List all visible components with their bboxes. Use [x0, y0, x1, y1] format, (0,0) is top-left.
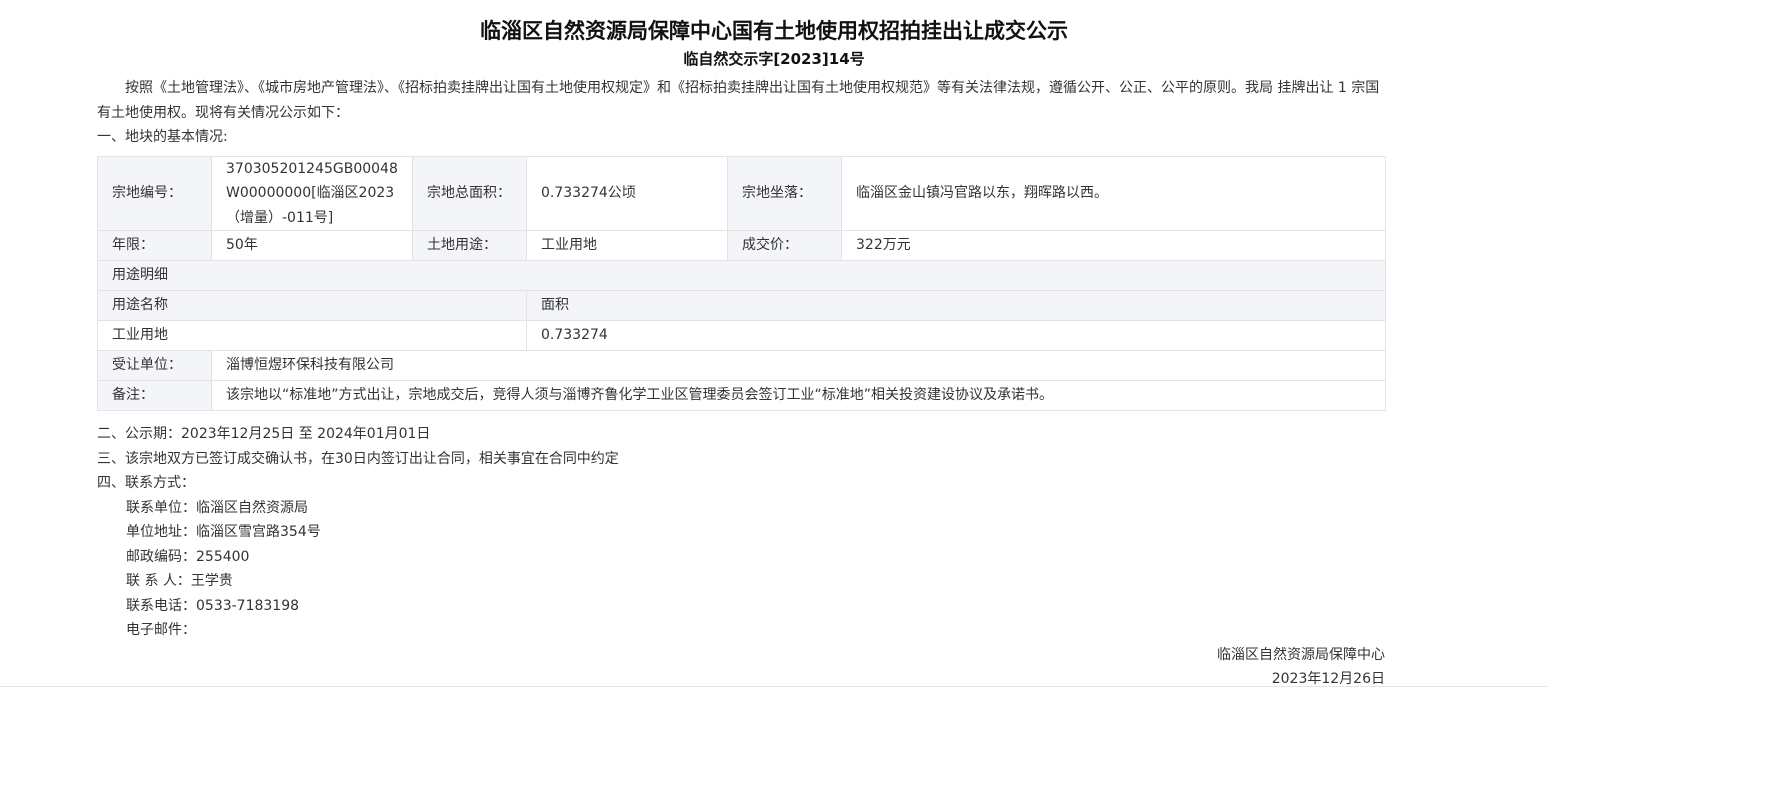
contact-unit: 联系单位：临淄区自然资源局 [126, 499, 308, 516]
announcement-page: 临淄区自然资源局保障中心国有土地使用权招拍挂出让成交公示 临自然交示字[2023… [0, 0, 1792, 801]
use-name-value: 工业用地 [97, 320, 527, 351]
contact-person: 联 系 人：王学贵 [126, 573, 233, 589]
doc-number: 临自然交示字[2023]14号 [683, 50, 865, 68]
page-title: 临淄区自然资源局保障中心国有土地使用权招拍挂出让成交公示 [480, 19, 1068, 43]
remark-label: 备注： [97, 380, 212, 411]
section-4-heading: 四、联系方式： [97, 475, 195, 491]
parcel-no-label: 宗地编号： [97, 155, 212, 231]
table-row: 年限： 50年 土地用途： 工业用地 成交价： 322万元 [97, 230, 1386, 261]
section-1-heading: 一、地块的基本情况: [97, 129, 228, 145]
use-area-header: 面积 [526, 290, 1386, 321]
price-value: 322万元 [841, 230, 1386, 261]
table-row: 用途名称 面积 [97, 290, 1386, 321]
use-name-header: 用途名称 [97, 290, 527, 321]
signature-org: 临淄区自然资源局保障中心 [1217, 646, 1385, 663]
parcel-no-value: 370305201245GB00048 W00000000[临淄区2023（增量… [211, 155, 413, 231]
table-row: 受让单位： 淄博恒煜环保科技有限公司 [97, 350, 1386, 381]
table-row: 宗地编号： 370305201245GB00048 W00000000[临淄区2… [97, 155, 1386, 231]
area-value: 0.733274公顷 [526, 155, 728, 231]
remark-value: 该宗地以“标准地”方式出让，宗地成交后，竞得人须与淄博齐鲁化学工业区管理委员会签… [211, 380, 1386, 411]
table-row: 工业用地 0.733274 [97, 320, 1386, 351]
post-table-sections: 二、公示期：2023年12月25日 至 2024年01月01日 三、该宗地双方已… [97, 422, 1385, 692]
grantee-label: 受让单位： [97, 350, 212, 381]
use-area-value: 0.733274 [526, 320, 1386, 351]
section-3-contract-note: 三、该宗地双方已签订成交确认书，在30日内签订出让合同，相关事宜在合同中约定 [97, 450, 619, 467]
intro-paragraph: 按照《土地管理法》、《城市房地产管理法》、《招标拍卖挂牌出让国有土地使用权规定》… [97, 80, 1380, 121]
signature-date: 2023年12月26日 [1271, 671, 1385, 687]
contact-email: 电子邮件： [126, 622, 196, 638]
use-detail-label: 用途明细 [97, 260, 1386, 291]
price-label: 成交价： [727, 230, 842, 261]
contact-phone: 联系电话：0533-7183198 [126, 597, 300, 614]
announcement-body: 按照《土地管理法》、《城市房地产管理法》、《招标拍卖挂牌出让国有土地使用权规定》… [97, 76, 1386, 692]
term-value: 50年 [211, 230, 413, 261]
area-label: 宗地总面积： [412, 155, 527, 231]
use-value: 工业用地 [526, 230, 728, 261]
section-2-publicity-period: 二、公示期：2023年12月25日 至 2024年01月01日 [97, 426, 431, 442]
location-value: 临淄区金山镇冯官路以东，翔晖路以西。 [841, 155, 1386, 231]
location-label: 宗地坐落： [727, 155, 842, 231]
term-label: 年限： [97, 230, 212, 261]
parcel-info-table: 宗地编号： 370305201245GB00048 W00000000[临淄区2… [97, 155, 1386, 411]
bottom-divider [0, 686, 1548, 687]
contact-postcode: 邮政编码：255400 [126, 548, 250, 565]
grantee-value: 淄博恒煜环保科技有限公司 [211, 350, 1386, 381]
contact-address: 单位地址：临淄区雪宫路354号 [126, 524, 321, 540]
table-row: 用途明细 [97, 260, 1386, 291]
table-row: 备注： 该宗地以“标准地”方式出让，宗地成交后，竞得人须与淄博齐鲁化学工业区管理… [97, 380, 1386, 411]
use-label: 土地用途： [412, 230, 527, 261]
